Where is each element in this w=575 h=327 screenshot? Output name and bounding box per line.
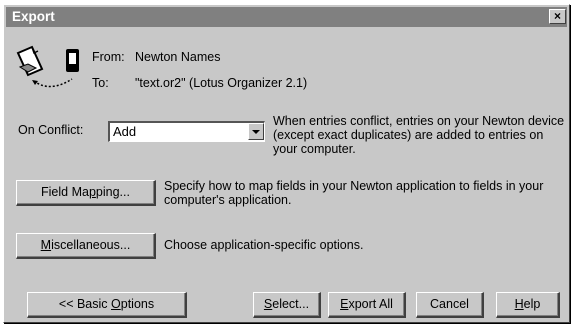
transfer-arrow-icon [32, 78, 73, 88]
on-conflict-label: On Conflict: [18, 123, 84, 137]
miscellaneous-description: Choose application-specific options. [164, 238, 364, 252]
to-value: "text.or2" (Lotus Organizer 2.1) [135, 76, 308, 90]
basic-options-label-pre: << Basic [58, 297, 112, 311]
export-dialog: Export × From: Newton Names To: "text.or… [3, 4, 570, 323]
from-value: Newton Names [135, 50, 221, 64]
cancel-label: Cancel [430, 297, 469, 311]
field-mapping-button[interactable]: Field Mapping... [16, 180, 156, 206]
on-conflict-description: When entries conflict, entries on your N… [273, 114, 565, 156]
select-mnemonic: S [263, 297, 273, 311]
field-mapping-button-label-pre: Field Ma [41, 185, 89, 199]
export-graphic [16, 45, 79, 88]
help-label: elp [523, 297, 541, 311]
cancel-button[interactable]: Cancel [416, 292, 484, 318]
newton-device-icon [66, 49, 79, 72]
select-label: elect... [272, 297, 310, 311]
export-all-label: xport All [348, 297, 393, 311]
help-button[interactable]: Help [496, 292, 560, 318]
miscellaneous-button[interactable]: Miscellaneous... [16, 233, 156, 259]
miscellaneous-button-mnemonic: M [40, 238, 52, 252]
basic-options-label-post: ptions [120, 297, 155, 311]
basic-options-button[interactable]: << Basic Options [27, 292, 187, 318]
to-label: To: [92, 76, 109, 90]
miscellaneous-button-label: iscellaneous... [51, 238, 131, 252]
field-mapping-description: Specify how to map fields in your Newton… [164, 179, 544, 207]
document-icon [16, 45, 44, 77]
dropdown-arrow-icon[interactable] [248, 123, 264, 140]
close-icon: × [553, 9, 561, 23]
close-button[interactable]: × [549, 9, 566, 24]
title-bar: Export × [6, 7, 567, 27]
field-mapping-button-mnemonic: p [88, 185, 96, 199]
help-mnemonic: H [514, 297, 524, 311]
on-conflict-select[interactable]: Add [108, 121, 265, 142]
select-button[interactable]: Select... [253, 292, 321, 318]
basic-options-mnemonic: O [111, 297, 121, 311]
dialog-title: Export [12, 9, 55, 24]
field-mapping-button-label-post: ping... [95, 185, 130, 199]
on-conflict-selected-value: Add [113, 124, 137, 139]
export-all-button[interactable]: Export All [328, 292, 406, 318]
from-label: From: [92, 50, 125, 64]
